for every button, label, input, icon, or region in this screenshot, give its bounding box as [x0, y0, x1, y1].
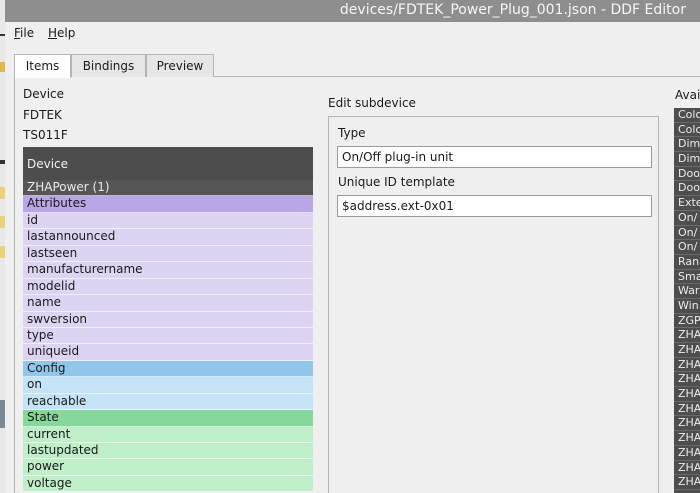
available-item[interactable]: On/: [674, 226, 700, 241]
available-item[interactable]: ZHA: [674, 475, 700, 490]
tree-row-zhapower-1[interactable]: ZHAPower (1): [23, 180, 313, 197]
tab-preview-label: Preview: [156, 59, 204, 73]
available-item[interactable]: Win: [674, 299, 700, 314]
device-model: TS011F: [23, 128, 68, 142]
tree-row-power[interactable]: power: [23, 459, 313, 476]
tab-items-label: Items: [25, 59, 60, 73]
edit-subdevice-frame: [328, 116, 659, 493]
tab-bindings-label: Bindings: [82, 59, 135, 73]
unique-id-template-field[interactable]: $address.ext-0x01: [337, 195, 652, 217]
available-item[interactable]: Colo: [674, 108, 700, 123]
available-item[interactable]: ZHA: [674, 343, 700, 358]
window-title: devices/FDTEK_Power_Plug_001.json - DDF …: [339, 2, 686, 18]
available-item[interactable]: ZGP: [674, 314, 700, 329]
available-item[interactable]: Dim: [674, 152, 700, 167]
available-item[interactable]: ZHA: [674, 402, 700, 417]
available-item[interactable]: On/: [674, 240, 700, 255]
tab-bindings[interactable]: Bindings: [71, 54, 146, 77]
tree-row-modelid[interactable]: modelid: [23, 278, 313, 296]
available-item[interactable]: Dim: [674, 137, 700, 153]
available-item[interactable]: ZHA: [674, 358, 700, 373]
desktop-fragment: [0, 160, 5, 164]
device-heading: Device: [23, 87, 65, 101]
menu-file[interactable]: File: [14, 26, 34, 40]
tree-row-manufacturername[interactable]: manufacturername: [23, 262, 313, 279]
desktop-fragment: [0, 400, 5, 428]
available-items-list[interactable]: Colo Colo Dim Dim Doo Doo Exte On/On/On/Ran Sma W…: [674, 108, 700, 493]
menu-help-label: Help: [48, 26, 76, 40]
desktop-fragment: [0, 246, 5, 258]
tree-row-lastannounced[interactable]: lastannounced: [23, 229, 313, 246]
tree-row-attributes[interactable]: Attributes: [23, 196, 313, 213]
available-item[interactable]: Doo: [674, 167, 700, 182]
available-item[interactable]: ZHA: [674, 372, 700, 388]
tab-items[interactable]: Items: [14, 54, 71, 78]
desktop-fragment: [0, 187, 5, 199]
available-item[interactable]: ZHA: [674, 461, 700, 476]
menu-help[interactable]: Help: [48, 26, 75, 40]
available-item[interactable]: Colo: [674, 123, 700, 138]
available-item[interactable]: On/: [674, 211, 700, 226]
available-item[interactable]: Sma: [674, 270, 700, 285]
tree-row-uniqueid[interactable]: uniqueid: [23, 344, 313, 361]
edit-subdevice-title: Edit subdevice: [328, 96, 416, 110]
desktop-fragment: [0, 216, 5, 228]
available-item[interactable]: War: [674, 284, 700, 299]
device-manufacturer: FDTEK: [23, 108, 62, 122]
tree-row-swversion[interactable]: swversion: [23, 311, 313, 328]
type-label: Type: [338, 126, 366, 140]
tree-header[interactable]: Device: [23, 147, 313, 180]
tree-row-on[interactable]: on: [23, 377, 313, 394]
available-item[interactable]: ZHA: [674, 328, 700, 343]
menu-file-label: File: [14, 26, 35, 40]
available-item[interactable]: ZHA: [674, 387, 700, 402]
desktop-fragment: [0, 62, 5, 72]
available-item[interactable]: Ran: [674, 255, 700, 270]
tree-row-current[interactable]: current: [23, 426, 313, 443]
device-tree[interactable]: Device ZHAPower (1) Attributes id lastannou…: [23, 147, 313, 493]
available-items-title: Avai: [675, 88, 700, 102]
tree-row-voltage[interactable]: voltage: [23, 475, 313, 493]
tree-row-lastseen[interactable]: lastseen: [23, 245, 313, 263]
available-item[interactable]: ZHA: [674, 446, 700, 461]
tree-row-id[interactable]: id: [23, 212, 313, 230]
tree-row-name[interactable]: name: [23, 295, 313, 312]
tree-row-reachable[interactable]: reachable: [23, 393, 313, 411]
available-item[interactable]: Doo: [674, 181, 700, 197]
tree-row-type[interactable]: type: [23, 327, 313, 345]
available-item[interactable]: Exte: [674, 196, 700, 211]
unique-id-template-label: Unique ID template: [338, 175, 455, 189]
available-item[interactable]: ZHA: [674, 431, 700, 446]
available-item[interactable]: ZHA: [674, 416, 700, 432]
tree-row-config[interactable]: Config: [23, 360, 313, 378]
tree-row-state[interactable]: State: [23, 410, 313, 427]
tree-row-lastupdated[interactable]: lastupdated: [23, 443, 313, 460]
window-titlebar[interactable]: devices/FDTEK_Power_Plug_001.json - DDF …: [5, 0, 700, 22]
tab-preview[interactable]: Preview: [146, 54, 214, 77]
desktop-background: [0, 0, 5, 493]
type-field[interactable]: On/Off plug-in unit: [337, 146, 652, 168]
menu-bar: File Help: [5, 22, 700, 44]
